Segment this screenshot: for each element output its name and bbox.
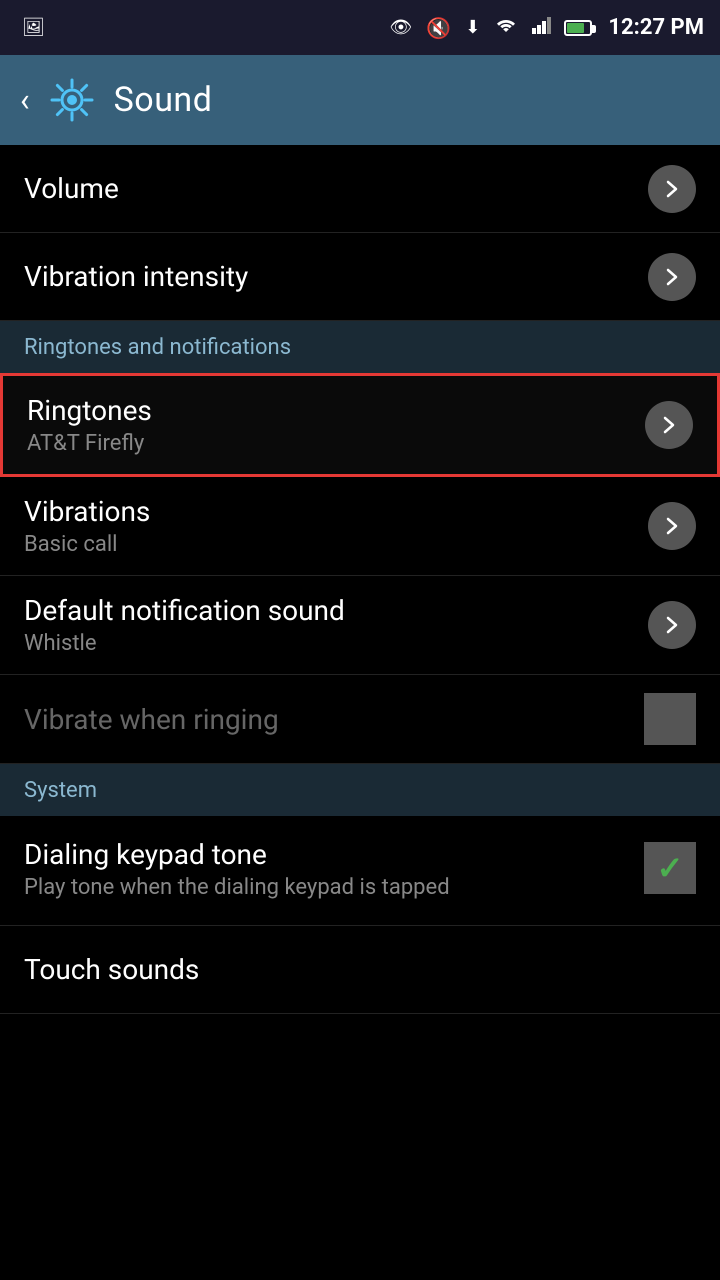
status-bar: 🖼 👁 🔇 ⬇ 12:27 PM xyxy=(0,0,720,55)
ringtones-title: Ringtones xyxy=(27,394,152,427)
default-notification-text: Default notification sound Whistle xyxy=(24,594,345,656)
vibrations-item[interactable]: Vibrations Basic call xyxy=(0,477,720,576)
ringtones-text: Ringtones AT&T Firefly xyxy=(27,394,152,456)
dialing-keypad-text: Dialing keypad tone Play tone when the d… xyxy=(24,838,450,900)
status-time: 12:27 PM xyxy=(608,15,704,40)
eye-status-icon: 👁 xyxy=(390,17,413,38)
volume-title: Volume xyxy=(24,172,119,205)
ringtones-item[interactable]: Ringtones AT&T Firefly xyxy=(0,373,720,477)
default-notification-title: Default notification sound xyxy=(24,594,345,627)
gear-icon xyxy=(46,74,98,126)
battery-status-icon xyxy=(564,20,592,36)
mute-status-icon: 🔇 xyxy=(426,16,451,40)
ringtones-section-header: Ringtones and notifications xyxy=(0,321,720,373)
ringtones-section-label: Ringtones and notifications xyxy=(24,335,291,360)
default-notification-subtitle: Whistle xyxy=(24,631,345,656)
default-notification-item[interactable]: Default notification sound Whistle xyxy=(0,576,720,675)
vibrations-subtitle: Basic call xyxy=(24,532,150,557)
ringtones-chevron[interactable] xyxy=(645,401,693,449)
signal-status-icon xyxy=(532,16,552,39)
vibration-intensity-chevron[interactable] xyxy=(648,253,696,301)
vibrations-chevron[interactable] xyxy=(648,502,696,550)
vibrate-when-ringing-title: Vibrate when ringing xyxy=(24,703,279,736)
touch-sounds-text: Touch sounds xyxy=(24,953,199,986)
dialing-keypad-subtitle: Play tone when the dialing keypad is tap… xyxy=(24,875,450,900)
vibrate-when-ringing-checkbox[interactable] xyxy=(644,693,696,745)
volume-chevron[interactable] xyxy=(648,165,696,213)
vibrate-when-ringing-text: Vibrate when ringing xyxy=(24,703,279,736)
system-section-label: System xyxy=(24,778,97,803)
default-notification-chevron[interactable] xyxy=(648,601,696,649)
vibrations-text: Vibrations Basic call xyxy=(24,495,150,557)
page-title: Sound xyxy=(114,80,213,120)
volume-item[interactable]: Volume xyxy=(0,145,720,233)
dialing-keypad-item[interactable]: Dialing keypad tone Play tone when the d… xyxy=(0,816,720,926)
vibration-intensity-item[interactable]: Vibration intensity xyxy=(0,233,720,321)
system-section-header: System xyxy=(0,764,720,816)
vibration-intensity-text: Vibration intensity xyxy=(24,260,248,293)
checkmark-icon: ✓ xyxy=(657,849,684,887)
back-button[interactable]: ‹ xyxy=(20,81,30,119)
vibrate-when-ringing-item[interactable]: Vibrate when ringing xyxy=(0,675,720,764)
settings-content: Volume Vibration intensity Ringtones and… xyxy=(0,145,720,1014)
app-bar: ‹ Sound xyxy=(0,55,720,145)
volume-text: Volume xyxy=(24,172,119,205)
vibrations-title: Vibrations xyxy=(24,495,150,528)
download-status-icon: ⬇ xyxy=(465,17,480,38)
wifi-status-icon xyxy=(494,16,518,39)
dialing-keypad-checkbox[interactable]: ✓ xyxy=(644,842,696,894)
touch-sounds-title: Touch sounds xyxy=(24,953,199,986)
vibration-intensity-title: Vibration intensity xyxy=(24,260,248,293)
touch-sounds-item[interactable]: Touch sounds xyxy=(0,926,720,1014)
image-status-icon: 🖼 xyxy=(22,17,45,38)
ringtones-subtitle: AT&T Firefly xyxy=(27,431,152,456)
dialing-keypad-title: Dialing keypad tone xyxy=(24,838,450,871)
